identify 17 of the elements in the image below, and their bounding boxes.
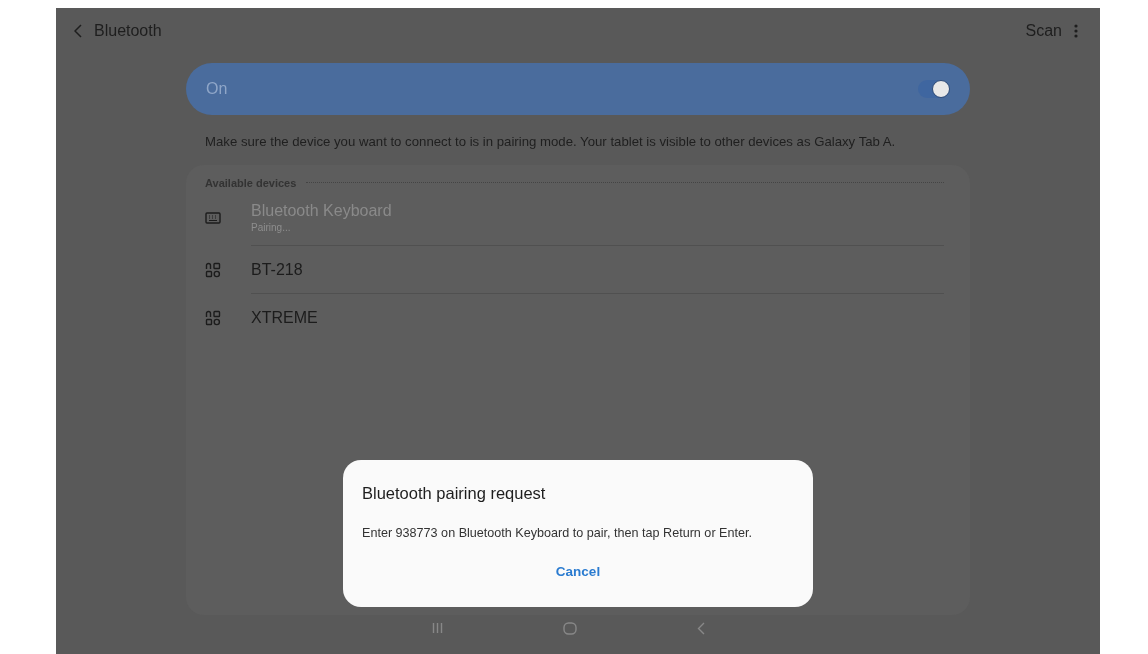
keyboard-icon [205,212,221,224]
scan-button[interactable]: Scan [1025,22,1062,40]
toggle-switch[interactable] [918,80,950,98]
back-button[interactable] [74,24,82,38]
switch-label: On [206,80,229,98]
recent-apps-icon[interactable] [431,622,443,634]
master-switch-bar[interactable]: On [186,63,970,115]
home-icon[interactable] [562,621,577,635]
back-icon[interactable] [696,621,705,635]
dialog-message: Enter 938773 on Bluetooth Keyboard to pair, then tap Return or Enter. [362,526,753,540]
device-icon [205,262,221,278]
device-name[interactable]: BT-218 [251,260,944,279]
cancel-button[interactable]: Cancel [547,562,609,581]
device-name[interactable]: XTREME [251,309,944,327]
page-title: Bluetooth [94,22,163,40]
device-icon [205,310,221,326]
dialog-title: Bluetooth pairing request [362,484,547,503]
